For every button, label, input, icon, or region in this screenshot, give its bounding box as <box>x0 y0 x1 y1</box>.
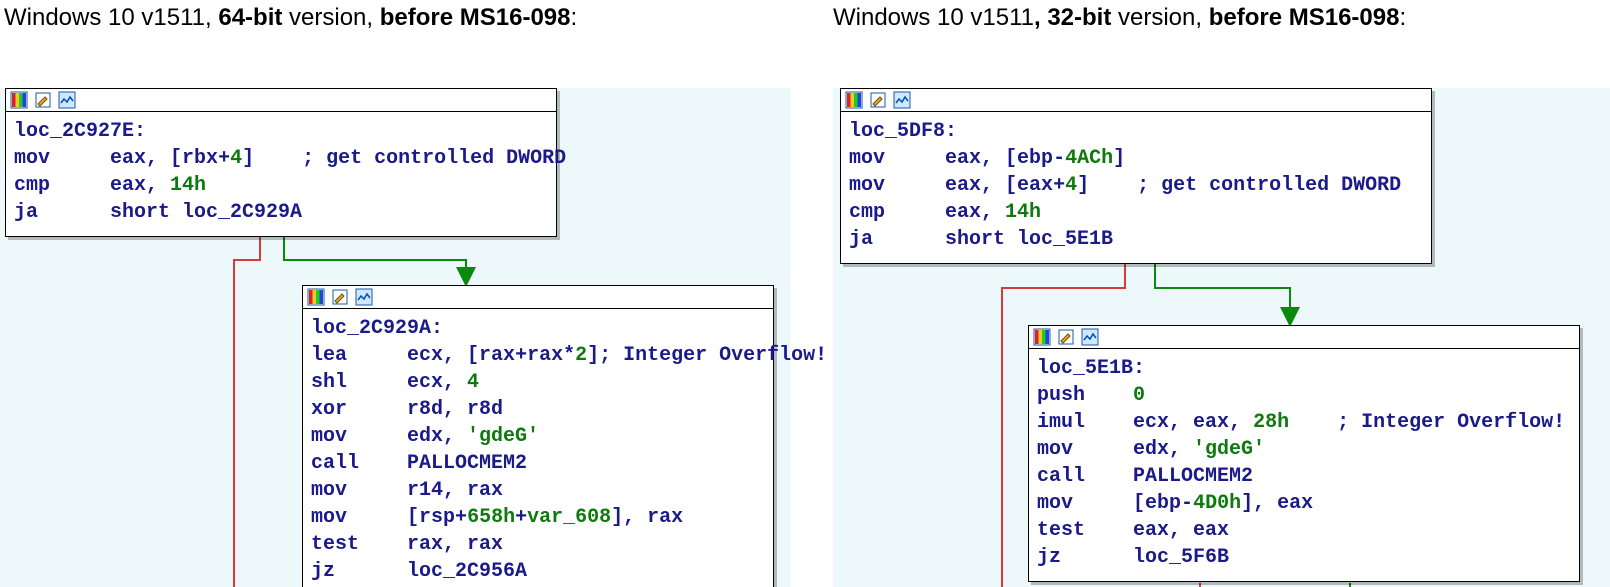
node-right-bottom[interactable]: loc_5E1B: push 0 imul ecx, eax, 28h ; In… <box>1028 325 1580 582</box>
node-right-top[interactable]: loc_5DF8: mov eax, [ebp-4ACh] mov eax, [… <box>840 88 1432 264</box>
palette-icon[interactable] <box>10 91 28 109</box>
node-toolbar <box>303 286 773 309</box>
heading-right-ms: before MS16-098 <box>1209 4 1400 31</box>
heading-left-suffix: : <box>570 4 577 31</box>
node-left-bottom[interactable]: loc_2C929A: lea ecx, [rax+rax*2]; Intege… <box>302 285 774 587</box>
heading-left-ms: before MS16-098 <box>380 4 571 31</box>
group-icon[interactable] <box>58 91 76 109</box>
code-block: loc_2C929A: lea ecx, [rax+rax*2]; Intege… <box>303 309 773 587</box>
palette-icon[interactable] <box>307 288 325 306</box>
heading-right-suffix: : <box>1399 4 1406 31</box>
edit-icon[interactable] <box>869 91 887 109</box>
code-block: loc_2C927E: mov eax, [rbx+4] ; get contr… <box>6 112 556 236</box>
heading-right-prefix: Windows 10 v1511 <box>833 4 1034 31</box>
group-icon[interactable] <box>355 288 373 306</box>
code-block: loc_5DF8: mov eax, [ebp-4ACh] mov eax, [… <box>841 112 1431 263</box>
heading-left-bits: 64-bit <box>218 4 282 31</box>
edit-icon[interactable] <box>331 288 349 306</box>
heading-left-prefix: Windows 10 v1511, <box>4 4 218 31</box>
code-block: loc_5E1B: push 0 imul ecx, eax, 28h ; In… <box>1029 349 1579 581</box>
edit-icon[interactable] <box>34 91 52 109</box>
heading-left-mid: version, <box>282 4 379 31</box>
node-toolbar <box>1029 326 1579 349</box>
node-toolbar <box>6 89 556 112</box>
group-icon[interactable] <box>893 91 911 109</box>
group-icon[interactable] <box>1081 328 1099 346</box>
heading-right-bits: , 32-bit <box>1034 4 1111 31</box>
edit-icon[interactable] <box>1057 328 1075 346</box>
node-toolbar <box>841 89 1431 112</box>
node-left-top[interactable]: loc_2C927E: mov eax, [rbx+4] ; get contr… <box>5 88 557 237</box>
heading-right: Windows 10 v1511, 32-bit version, before… <box>833 4 1406 32</box>
heading-left: Windows 10 v1511, 64-bit version, before… <box>4 4 577 32</box>
heading-right-mid: version, <box>1111 4 1208 31</box>
palette-icon[interactable] <box>845 91 863 109</box>
palette-icon[interactable] <box>1033 328 1051 346</box>
